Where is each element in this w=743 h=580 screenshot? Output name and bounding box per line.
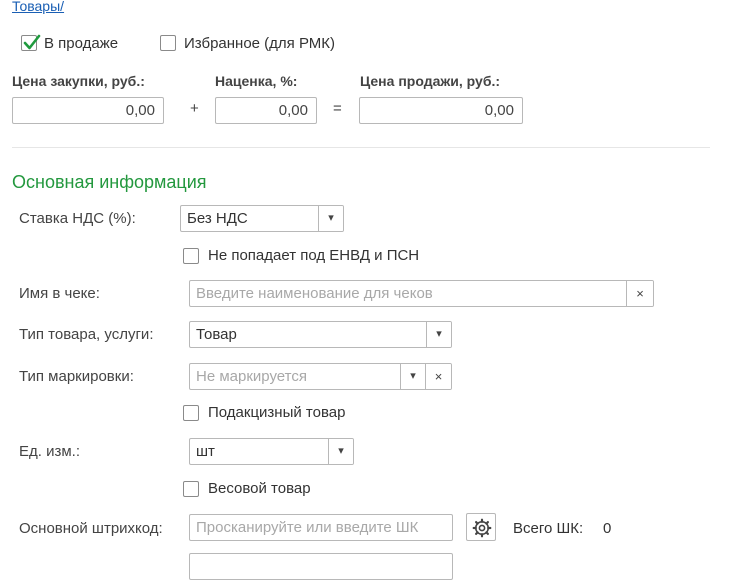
vat-value: Без НДС <box>187 210 248 227</box>
markup-input[interactable]: 0,00 <box>215 97 317 124</box>
sale-price-input[interactable]: 0,00 <box>359 97 523 124</box>
excise-label: Подакцизный товар <box>208 404 346 421</box>
envd-label: Не попадает под ЕНВД и ПСН <box>208 247 420 264</box>
favorite-checkbox[interactable] <box>160 35 176 51</box>
purchase-price-label: Цена закупки, руб.: <box>12 73 145 89</box>
next-field-partial[interactable] <box>189 553 453 580</box>
barcode-label: Основной штрихкод: <box>19 520 163 537</box>
breadcrumb-link[interactable]: Товары/ <box>12 0 64 14</box>
chevron-down-icon: ▾ <box>410 370 416 382</box>
section-title: Основная информация <box>12 172 207 192</box>
item-type-value: Товар <box>196 326 237 343</box>
weight-checkbox[interactable] <box>183 481 199 497</box>
purchase-price-input[interactable]: 0,00 <box>12 97 164 124</box>
equals-sign: = <box>333 100 342 117</box>
receipt-name-input[interactable]: Введите наименование для чеков × <box>189 280 654 307</box>
barcode-placeholder: Просканируйте или введите ШК <box>196 519 419 536</box>
unit-value: шт <box>196 443 215 460</box>
vat-select[interactable]: Без НДС ▾ <box>180 205 344 232</box>
chevron-down-icon: ▾ <box>338 445 344 457</box>
weight-label: Весовой товар <box>208 480 311 497</box>
close-icon: × <box>636 286 644 301</box>
vat-label: Ставка НДС (%): <box>19 210 136 227</box>
item-type-select[interactable]: Товар ▾ <box>189 321 452 348</box>
barcode-total-label: Всего ШК: <box>513 520 584 537</box>
receipt-name-label: Имя в чеке: <box>19 285 100 302</box>
sale-price-label: Цена продажи, руб.: <box>360 73 501 89</box>
chevron-down-icon: ▾ <box>436 328 442 340</box>
vat-dropdown-button[interactable]: ▾ <box>318 206 343 231</box>
on-sale-label: В продаже <box>44 35 119 52</box>
item-type-label: Тип товара, услуги: <box>19 326 154 343</box>
envd-checkbox[interactable] <box>183 248 199 264</box>
gear-icon <box>472 518 492 538</box>
chevron-down-icon: ▾ <box>328 212 334 224</box>
barcode-total-value: 0 <box>603 520 612 537</box>
checkmark-icon <box>23 34 41 50</box>
marking-type-clear-button[interactable]: × <box>425 364 451 389</box>
on-sale-checkbox[interactable] <box>21 34 41 51</box>
excise-checkbox[interactable] <box>183 405 199 421</box>
favorite-label: Избранное (для РМК) <box>184 35 336 52</box>
unit-dropdown-button[interactable]: ▾ <box>328 439 353 464</box>
marking-type-select[interactable]: Не маркируется ▾ × <box>189 363 452 390</box>
plus-sign: + <box>190 100 199 117</box>
marking-type-dropdown-button[interactable]: ▾ <box>400 364 426 389</box>
close-icon: × <box>434 369 443 384</box>
marking-type-label: Тип маркировки: <box>19 368 134 385</box>
item-type-dropdown-button[interactable]: ▾ <box>426 322 451 347</box>
unit-label: Ед. изм.: <box>19 443 80 460</box>
receipt-name-placeholder: Введите наименование для чеков <box>196 285 433 302</box>
barcode-input[interactable]: Просканируйте или введите ШК <box>189 514 453 541</box>
markup-label: Наценка, %: <box>215 73 298 89</box>
barcode-settings-button[interactable] <box>466 513 496 541</box>
divider <box>12 147 710 148</box>
marking-type-placeholder: Не маркируется <box>196 368 307 385</box>
receipt-name-clear-button[interactable]: × <box>626 281 653 306</box>
unit-select[interactable]: шт ▾ <box>189 438 354 465</box>
